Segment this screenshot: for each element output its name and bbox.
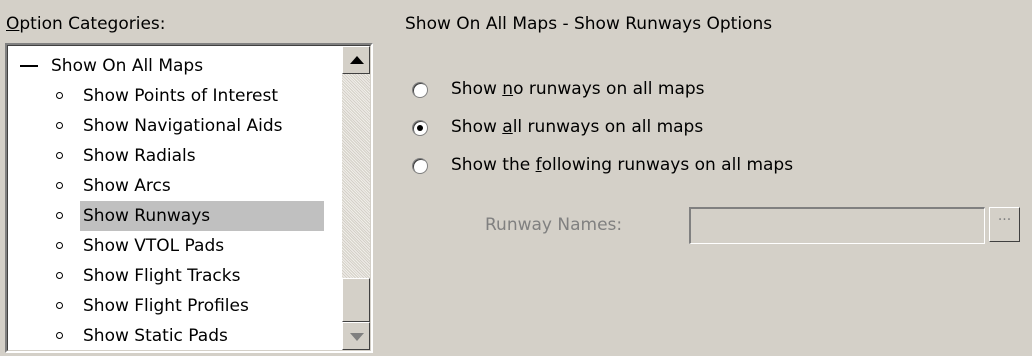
collapse-icon[interactable] — [20, 65, 38, 67]
option-categories-label: Option Categories: — [6, 14, 166, 34]
option-following-runways-label[interactable]: Show the following runways on all maps — [451, 155, 793, 175]
options-panel-title: Show On All Maps - Show Runways Options — [405, 14, 773, 34]
tree-item-label: Show Radials — [83, 146, 196, 166]
bullet-icon — [56, 212, 63, 219]
radio-all-runways[interactable] — [412, 120, 428, 136]
tree-item-label: Show Flight Profiles — [83, 296, 249, 316]
bullet-icon — [56, 182, 63, 189]
tree-item-flight-profiles[interactable]: Show Flight Profiles — [8, 291, 348, 321]
tree-item-label: Show Static Pads — [83, 326, 228, 346]
bullet-icon — [56, 152, 63, 159]
option-categories-label-text: ption Categories: — [19, 14, 166, 34]
bullet-icon — [56, 302, 63, 309]
tree-item-vtol-pads[interactable]: Show VTOL Pads — [8, 231, 348, 261]
scroll-up-button[interactable] — [342, 46, 370, 74]
tree-item-radials[interactable]: Show Radials — [8, 141, 348, 171]
option-text: Show — [451, 79, 503, 99]
bullet-icon — [56, 332, 63, 339]
option-text: ollowing runways on all maps — [541, 155, 794, 175]
runway-names-field[interactable] — [689, 207, 985, 244]
tree-item-label: Show Points of Interest — [83, 86, 279, 106]
tree-item-label: Show VTOL Pads — [83, 236, 225, 256]
bullet-icon — [56, 272, 63, 279]
option-text: Show the — [451, 155, 536, 175]
tree-item-label: Show Flight Tracks — [83, 266, 241, 286]
option-text: Show — [451, 117, 503, 137]
bullet-icon — [56, 122, 63, 129]
tree-item-points-of-interest[interactable]: Show Points of Interest — [8, 81, 348, 111]
mnemonic-n: n — [502, 79, 514, 99]
mnemonic-o: O — [6, 14, 20, 34]
option-text: o runways on all maps — [513, 79, 705, 99]
option-no-runways-label[interactable]: Show no runways on all maps — [451, 79, 705, 99]
tree-item-runways[interactable]: Show Runways — [8, 201, 348, 231]
option-all-runways-label[interactable]: Show all runways on all maps — [451, 117, 703, 137]
radio-no-runways[interactable] — [412, 82, 428, 98]
tree-item-navigational-aids[interactable]: Show Navigational Aids — [8, 111, 348, 141]
tree-root-item[interactable]: Show On All Maps — [8, 51, 338, 81]
browse-runways-button[interactable]: ··· — [989, 207, 1020, 242]
arrow-up-icon — [350, 56, 364, 64]
vertical-scrollbar[interactable] — [342, 46, 370, 350]
scroll-thumb[interactable] — [342, 278, 370, 322]
option-text: ll runways on all maps — [512, 117, 704, 137]
mnemonic-a: a — [502, 117, 513, 137]
tree-item-label: Show Navigational Aids — [83, 116, 283, 136]
option-categories-list[interactable]: Show On All Maps Show Points of Interest… — [5, 43, 373, 353]
bullet-icon — [56, 242, 63, 249]
scroll-down-button[interactable] — [342, 322, 370, 350]
tree-item-arcs[interactable]: Show Arcs — [8, 171, 348, 201]
runway-names-label: Runway Names: — [485, 215, 623, 235]
tree-root-label: Show On All Maps — [51, 56, 204, 76]
bullet-icon — [56, 92, 63, 99]
tree-item-label: Show Runways — [80, 201, 324, 231]
arrow-down-icon — [350, 333, 364, 341]
tree-item-static-pads[interactable]: Show Static Pads — [8, 321, 348, 351]
radio-following-runways[interactable] — [412, 158, 428, 174]
tree-item-label: Show Arcs — [83, 176, 171, 196]
tree-item-flight-tracks[interactable]: Show Flight Tracks — [8, 261, 348, 291]
